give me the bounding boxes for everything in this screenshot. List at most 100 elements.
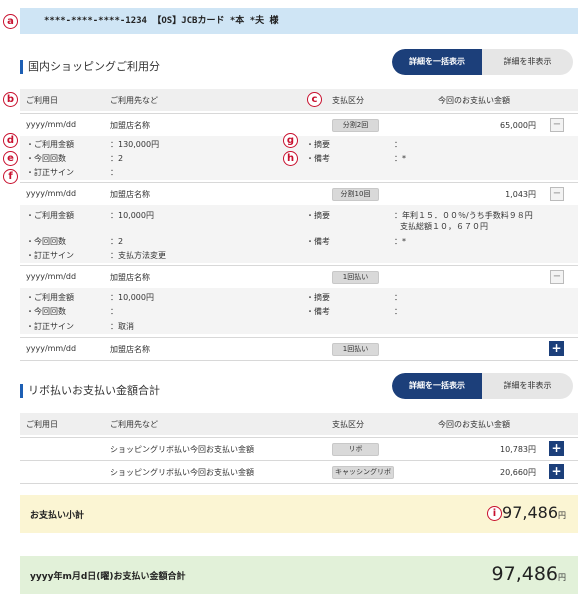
transaction-date: yyyy/mm/dd xyxy=(26,120,77,129)
installment-count-label: ・今回回数 xyxy=(26,307,66,316)
payment-type-badge: 分割10回 xyxy=(332,188,379,201)
summary-label: ・摘要 xyxy=(306,293,330,302)
annotation-marker-g: g xyxy=(283,133,298,148)
subtotal-amount-group: 97,486円 xyxy=(502,503,566,522)
summary-label: ・摘要 xyxy=(306,140,330,149)
annotation-marker-a: a xyxy=(3,14,18,29)
payment-type-badge: 分割2回 xyxy=(332,119,379,132)
hide-details-button[interactable]: 詳細を非表示 xyxy=(482,373,573,399)
transaction-amount: 1,043円 xyxy=(505,190,536,199)
installment-count-value: ：2 xyxy=(110,237,124,246)
hide-details-button[interactable]: 詳細を非表示 xyxy=(482,49,573,75)
note-label: ・備考 xyxy=(306,237,330,246)
installment-count-value: ： xyxy=(110,307,118,316)
note-value: ：* xyxy=(394,154,406,163)
summary-value-line2: 支払総額１０，６７０円 xyxy=(400,222,488,231)
header-payment-type: 支払区分 xyxy=(332,420,364,429)
expand-details-button[interactable]: + xyxy=(549,441,564,456)
domestic-section-title: 国内ショッピングご利用分 xyxy=(20,60,160,74)
correction-sign-label: ・訂正サイン xyxy=(26,322,74,331)
installment-count-value: ：2 xyxy=(110,154,124,163)
revolving-detail-toggle[interactable]: 詳細を一括表示 詳細を非表示 xyxy=(392,373,573,399)
note-label: ・備考 xyxy=(306,307,330,316)
grand-total-label: yyyy年m月d日(曜)お支払い金額合計 xyxy=(30,572,186,582)
summary-value: ： xyxy=(394,140,402,149)
domestic-detail-toggle[interactable]: 詳細を一括表示 詳細を非表示 xyxy=(392,49,573,75)
installment-count-label: ・今回回数 xyxy=(26,154,66,163)
annotation-marker-c: c xyxy=(307,92,322,107)
transaction-date: yyyy/mm/dd xyxy=(26,344,77,353)
installment-count-label: ・今回回数 xyxy=(26,237,66,246)
revolving-amount: 10,783円 xyxy=(500,445,536,454)
transaction-amount: 65,000円 xyxy=(500,121,536,130)
summary-value: ： xyxy=(394,293,402,302)
correction-sign-value: ：取消 xyxy=(110,322,134,331)
grand-total-amount: 97,486 xyxy=(491,563,558,585)
show-all-details-button[interactable]: 詳細を一括表示 xyxy=(392,49,482,75)
revolving-table-header: ご利用日 ご利用先など 支払区分 今回のお支払い金額 xyxy=(20,413,578,435)
expand-details-button[interactable]: + xyxy=(549,464,564,479)
collapse-details-button[interactable]: − xyxy=(550,270,564,284)
revolving-description: ショッピングリボ払い今回お支払い金額 xyxy=(110,445,254,454)
transaction-row: yyyy/mm/dd 加盟店名称 1回払い − xyxy=(20,265,578,288)
annotation-marker-h: h xyxy=(283,151,298,166)
card-info-text: ****-****-****-1234 【OS】JCBカード *本 *夫 様 xyxy=(44,16,279,26)
transaction-details: ・ご利用金額 ：10,000円 ・今回回数 ： ・訂正サイン ：取消 ・摘要 ：… xyxy=(20,288,578,334)
header-merchant: ご利用先など xyxy=(110,420,158,429)
transaction-details: ・ご利用金額 ：10,000円 ・今回回数 ：2 ・訂正サイン ：支払方法変更 … xyxy=(20,205,578,263)
annotation-marker-f: f xyxy=(3,169,18,184)
usage-amount-label: ・ご利用金額 xyxy=(26,293,74,302)
payment-type-badge: 1回払い xyxy=(332,271,379,284)
transaction-date: yyyy/mm/dd xyxy=(26,272,77,281)
collapse-details-button[interactable]: − xyxy=(550,118,564,132)
usage-amount-label: ・ご利用金額 xyxy=(26,211,74,220)
revolving-amount: 20,660円 xyxy=(500,468,536,477)
subtotal-label: お支払い小計 xyxy=(30,511,85,521)
revolving-section-title: リボ払いお支払い金額合計 xyxy=(20,384,160,398)
card-info-bar: ****-****-****-1234 【OS】JCBカード *本 *夫 様 xyxy=(20,8,578,34)
revolving-row: ショッピングリボ払い今回お支払い金額 キャッシングリボ 20,660円 + xyxy=(20,460,578,484)
annotation-marker-e: e xyxy=(3,151,18,166)
transaction-merchant: 加盟店名称 xyxy=(110,345,150,354)
payment-type-badge: リボ xyxy=(332,443,379,456)
expand-details-button[interactable]: + xyxy=(549,341,564,356)
domestic-table-header: ご利用日 ご利用先など 支払区分 今回のお支払い金額 xyxy=(20,89,578,111)
usage-amount-label: ・ご利用金額 xyxy=(26,140,74,149)
correction-sign-value: ：支払方法変更 xyxy=(110,251,166,260)
header-date: ご利用日 xyxy=(26,420,58,429)
annotation-marker-d: d xyxy=(3,133,18,148)
revolving-description: ショッピングリボ払い今回お支払い金額 xyxy=(110,468,254,477)
usage-amount-value: ：10,000円 xyxy=(110,293,154,302)
transaction-merchant: 加盟店名称 xyxy=(110,121,150,130)
transaction-row: yyyy/mm/dd 加盟店名称 分割2回 65,000円 − xyxy=(20,113,578,136)
annotation-marker-b: b xyxy=(3,92,18,107)
payment-type-badge: 1回払い xyxy=(332,343,379,356)
show-all-details-button[interactable]: 詳細を一括表示 xyxy=(392,373,482,399)
revolving-row: ショッピングリボ払い今回お支払い金額 リボ 10,783円 + xyxy=(20,437,578,460)
transaction-date: yyyy/mm/dd xyxy=(26,189,77,198)
header-payment-type: 支払区分 xyxy=(332,96,364,105)
header-amount: 今回のお支払い金額 xyxy=(438,420,510,429)
header-merchant: ご利用先など xyxy=(110,96,158,105)
transaction-merchant: 加盟店名称 xyxy=(110,273,150,282)
usage-amount-value: ：130,000円 xyxy=(110,140,160,149)
grand-total: yyyy年m月d日(曜)お支払い金額合計 97,486円 xyxy=(20,556,578,594)
transaction-merchant: 加盟店名称 xyxy=(110,190,150,199)
grand-total-amount-group: 97,486円 xyxy=(492,563,566,585)
header-date: ご利用日 xyxy=(26,96,58,105)
usage-amount-value: ：10,000円 xyxy=(110,211,154,220)
note-label: ・備考 xyxy=(306,154,330,163)
subtotal-amount: 97,486 xyxy=(502,503,558,522)
note-value: ：* xyxy=(394,237,406,246)
grand-total-unit: 円 xyxy=(558,573,566,582)
payment-type-badge: キャッシングリボ xyxy=(332,466,394,479)
correction-sign-label: ・訂正サイン xyxy=(26,168,74,177)
summary-label: ・摘要 xyxy=(306,211,330,220)
correction-sign-value: ： xyxy=(110,168,118,177)
header-amount: 今回のお支払い金額 xyxy=(438,96,510,105)
transaction-details: ・ご利用金額 ：130,000円 ・今回回数 ：2 ・訂正サイン ： ・摘要 ：… xyxy=(20,136,578,180)
subtotal-unit: 円 xyxy=(558,511,566,520)
correction-sign-label: ・訂正サイン xyxy=(26,251,74,260)
collapse-details-button[interactable]: − xyxy=(550,187,564,201)
annotation-marker-i: i xyxy=(487,506,502,521)
